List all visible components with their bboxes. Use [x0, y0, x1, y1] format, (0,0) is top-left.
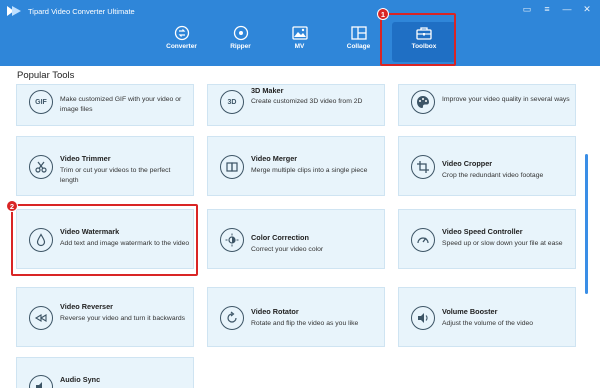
tool-desc: Correct your video color	[251, 246, 324, 253]
video-watermark-highlight	[11, 204, 198, 276]
speedometer-icon	[411, 228, 435, 252]
window-controls: ▭ ≡ — ✕	[522, 4, 592, 14]
tool-desc: Adjust the volume of the video	[442, 320, 534, 327]
tab-label: Converter	[166, 43, 197, 50]
tool-desc: Rotate and flip the video as you like	[251, 320, 359, 327]
tool-title: Volume Booster	[442, 307, 498, 316]
toolbox-highlight	[380, 13, 456, 66]
tool-desc: Reverse your video and turn it backwards	[60, 315, 186, 322]
tool-desc: Speed up or slow down your file at ease	[442, 240, 563, 247]
tool-title: Video Reverser	[60, 302, 114, 311]
tab-ripper[interactable]: Ripper	[211, 22, 270, 62]
tool-title: Video Speed Controller	[442, 227, 523, 236]
tool-card-3d-maker[interactable]: 3D 3D Maker Create customized 3D video f…	[207, 84, 385, 126]
tool-card-video-rotator[interactable]: Video Rotator Rotate and flip the video …	[207, 287, 385, 347]
step-badge-1: 1	[377, 8, 389, 20]
scissors-icon	[29, 155, 53, 179]
tool-card-video-reverser[interactable]: Video Reverser Reverse your video and tu…	[16, 287, 194, 347]
converter-icon	[174, 25, 189, 41]
ripper-icon	[233, 25, 248, 41]
scrollbar[interactable]	[585, 154, 588, 294]
tool-title: Video Cropper	[442, 159, 493, 168]
tool-desc: Create customized 3D video from 2D	[251, 98, 363, 105]
tool-card-gif-maker[interactable]: GIF Make customized GIF with your video …	[16, 84, 194, 126]
tool-title: Color Correction	[251, 233, 309, 242]
tab-converter[interactable]: Converter	[152, 22, 211, 62]
tool-title: Audio Sync	[60, 375, 101, 384]
tool-desc: Trim or cut your videos to the perfect l…	[60, 167, 171, 184]
audio-sync-icon	[29, 375, 53, 388]
close-icon[interactable]: ✕	[582, 4, 592, 14]
tool-title: 3D Maker	[251, 86, 284, 95]
tool-card-audio-sync[interactable]: Audio Sync	[16, 357, 194, 388]
tool-desc: Make customized GIF with your video or i…	[60, 96, 182, 113]
chat-icon[interactable]: ▭	[522, 4, 532, 14]
tool-card-volume-booster[interactable]: Volume Booster Adjust the volume of the …	[398, 287, 576, 347]
minimize-icon[interactable]: —	[562, 4, 572, 14]
tab-mv[interactable]: MV	[270, 22, 329, 62]
tool-title: Video Rotator	[251, 307, 299, 316]
app-logo-icon	[7, 6, 21, 16]
tool-desc: Improve your video quality in several wa…	[442, 96, 570, 103]
app-title: Tipard Video Converter Ultimate	[28, 6, 135, 16]
tool-desc: Merge multiple clips into a single piece	[251, 167, 368, 174]
brand: Tipard Video Converter Ultimate	[6, 4, 135, 18]
sun-icon	[220, 228, 244, 252]
menu-icon[interactable]: ≡	[542, 4, 552, 14]
tool-card-video-merger[interactable]: Video Merger Merge multiple clips into a…	[207, 136, 385, 196]
header-bar: Tipard Video Converter Ultimate ▭ ≡ — ✕ …	[0, 0, 600, 66]
tool-card-color-correction[interactable]: Color Correction Correct your video colo…	[207, 209, 385, 269]
mv-icon	[291, 26, 308, 40]
tab-label: Ripper	[230, 43, 251, 50]
volume-icon	[411, 306, 435, 330]
3d-icon: 3D	[220, 90, 244, 114]
palette-icon	[411, 90, 435, 114]
rotate-icon	[220, 306, 244, 330]
rewind-icon	[29, 306, 53, 330]
tool-desc: Crop the redundant video footage	[442, 172, 544, 179]
section-title: Popular Tools	[17, 70, 75, 81]
step-badge-2: 2	[6, 200, 18, 212]
app-window: Tipard Video Converter Ultimate ▭ ≡ — ✕ …	[0, 0, 600, 388]
tool-card-video-trimmer[interactable]: Video Trimmer Trim or cut your videos to…	[16, 136, 194, 196]
tool-title: Video Trimmer	[60, 154, 111, 163]
crop-icon	[411, 155, 435, 179]
tab-label: MV	[294, 43, 305, 50]
gif-icon: GIF	[29, 90, 53, 114]
merge-icon	[220, 155, 244, 179]
tool-title: Video Merger	[251, 154, 298, 163]
tool-card-video-speed-controller[interactable]: Video Speed Controller Speed up or slow …	[398, 209, 576, 269]
tool-card-video-enhancer[interactable]: Improve your video quality in several wa…	[398, 84, 576, 126]
tool-card-video-cropper[interactable]: Video Cropper Crop the redundant video f…	[398, 136, 576, 196]
collage-icon	[350, 26, 367, 40]
